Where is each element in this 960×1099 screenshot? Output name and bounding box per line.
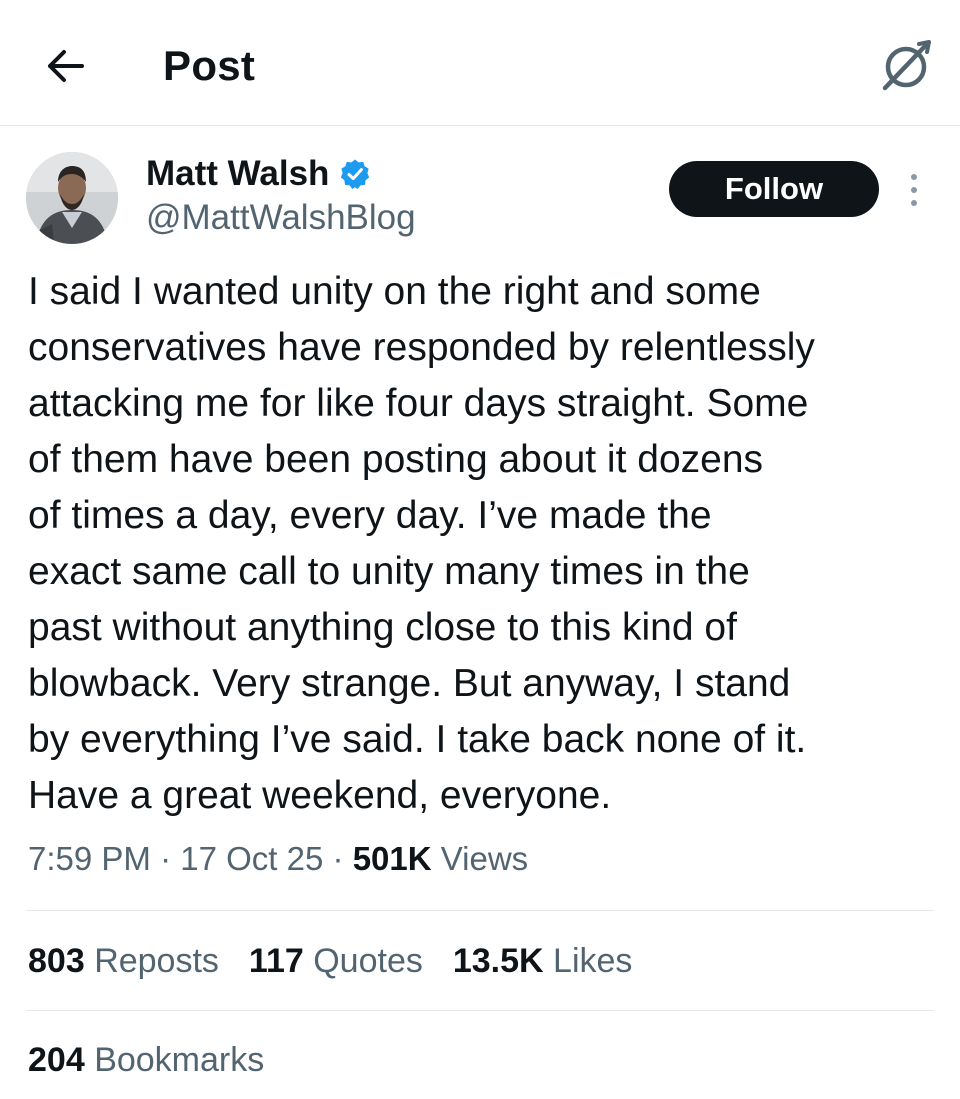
quotes-stat[interactable]: 117 Quotes: [249, 942, 423, 981]
likes-count: 13.5K: [452, 942, 544, 980]
arrow-left-icon: [48, 50, 84, 82]
profile-photo: [26, 152, 118, 244]
more-dot-icon: [911, 174, 917, 180]
views-label: Views: [440, 840, 529, 877]
post-meta: 7:59 PM · 17 Oct 25 · 501K Views: [28, 840, 528, 878]
back-button[interactable]: [36, 40, 92, 92]
reposts-stat[interactable]: 803 Reposts: [28, 942, 219, 981]
views-count: 501K: [352, 840, 432, 877]
reposts-label: Reposts: [94, 942, 219, 980]
engagement-stats: 803 Reposts 117 Quotes 13.5K Likes: [28, 942, 632, 981]
author-handle[interactable]: @MattWalshBlog: [146, 198, 416, 238]
verified-badge-icon: [341, 159, 370, 189]
page-title: Post: [163, 42, 256, 89]
author-name-text: Matt Walsh: [146, 154, 330, 193]
more-dot-icon: [911, 187, 917, 193]
grok-button[interactable]: [876, 36, 936, 94]
follow-button[interactable]: Follow: [669, 161, 879, 217]
divider: [26, 1010, 934, 1011]
bookmarks-stat[interactable]: 204 Bookmarks: [28, 1041, 264, 1080]
bookmarks-count: 204: [28, 1041, 85, 1079]
more-dot-icon: [911, 200, 917, 206]
divider: [26, 910, 934, 911]
post-detail-page: Post Matt Walsh @MattWalshBlog Follow I …: [0, 0, 960, 1099]
likes-label: Likes: [553, 942, 633, 980]
quotes-label: Quotes: [313, 942, 423, 980]
top-app-bar: Post: [0, 0, 960, 126]
likes-stat[interactable]: 13.5K Likes: [453, 942, 633, 981]
meta-separator: ·: [332, 840, 353, 877]
avatar[interactable]: [26, 152, 118, 244]
post-date[interactable]: 17 Oct 25: [180, 840, 323, 877]
grok-icon: [882, 40, 931, 91]
post-time[interactable]: 7:59 PM: [28, 840, 151, 877]
more-options-button[interactable]: [898, 168, 930, 212]
author-name[interactable]: Matt Walsh: [146, 154, 371, 194]
post-text: I said I wanted unity on the right and s…: [28, 270, 815, 817]
quotes-count: 117: [248, 942, 304, 980]
reposts-count: 803: [28, 942, 85, 980]
bookmarks-label: Bookmarks: [94, 1041, 265, 1079]
meta-separator: ·: [160, 840, 181, 877]
